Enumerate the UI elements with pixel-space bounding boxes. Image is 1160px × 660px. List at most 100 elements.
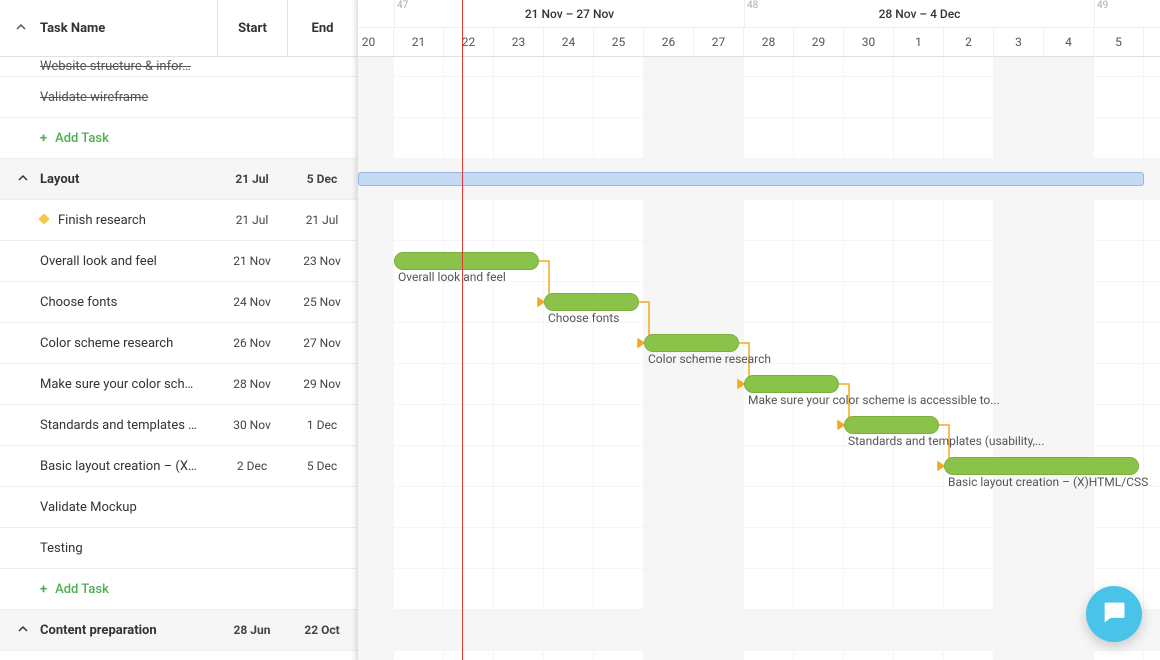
task-row[interactable]: Color scheme research26 Nov27 Nov bbox=[0, 323, 357, 364]
grid-row bbox=[358, 57, 1160, 77]
day-header: 24 bbox=[544, 28, 594, 56]
timeline-day-row: 202122232425262728293012345 bbox=[358, 28, 1160, 56]
week-label: 21 Nov – 27 Nov bbox=[394, 0, 744, 28]
task-end: 27 Nov bbox=[287, 336, 357, 350]
grid-row bbox=[358, 77, 1160, 118]
column-header-task[interactable]: Task Name bbox=[0, 0, 217, 56]
add-task-row[interactable]: +Add Task bbox=[0, 569, 357, 610]
task-start: 28 Jun bbox=[217, 623, 287, 637]
task-end: 29 Nov bbox=[287, 377, 357, 391]
gantt-bar[interactable] bbox=[744, 375, 839, 393]
task-row[interactable]: Validate wireframe bbox=[0, 77, 357, 118]
gantt-bar[interactable] bbox=[944, 457, 1139, 475]
timeline-header: 21 Nov – 27 Nov4728 Nov – 4 Dec4849 2021… bbox=[358, 0, 1160, 57]
group-summary-bar[interactable] bbox=[358, 172, 1144, 186]
grid-row bbox=[358, 118, 1160, 159]
day-header: 28 bbox=[744, 28, 794, 56]
gantt-bar-label: Standards and templates (usability,... bbox=[848, 434, 1045, 448]
grid-row bbox=[358, 569, 1160, 610]
day-header: 4 bbox=[1044, 28, 1094, 56]
task-row[interactable]: Overall look and feel21 Nov23 Nov bbox=[0, 241, 357, 282]
task-name: Standards and templates … bbox=[0, 418, 217, 433]
gantt-bar[interactable] bbox=[644, 334, 739, 352]
day-header: 23 bbox=[494, 28, 544, 56]
task-end: 5 Dec bbox=[287, 459, 357, 473]
task-end: 1 Dec bbox=[287, 418, 357, 432]
day-header: 27 bbox=[694, 28, 744, 56]
week-number: 48 bbox=[744, 0, 758, 11]
grid-row bbox=[358, 528, 1160, 569]
task-end: 5 Dec bbox=[287, 172, 357, 186]
task-row[interactable]: Testing bbox=[0, 528, 357, 569]
timeline-week-row: 21 Nov – 27 Nov47 28 Nov – 4 Dec48 49 bbox=[358, 0, 1160, 28]
task-row[interactable]: Validate Mockup bbox=[0, 487, 357, 528]
task-name: Validate Mockup bbox=[0, 500, 217, 515]
task-row[interactable]: Website structure & infor… bbox=[0, 57, 357, 77]
column-header-task-label: Task Name bbox=[40, 21, 105, 36]
task-start: 30 Nov bbox=[217, 418, 287, 432]
gantt-bar-label: Color scheme research bbox=[648, 352, 771, 366]
gantt-bar-label: Overall look and feel bbox=[398, 270, 506, 284]
task-start: 2 Dec bbox=[217, 459, 287, 473]
grid-row bbox=[358, 610, 1160, 651]
day-header: 21 bbox=[394, 28, 444, 56]
task-name: Basic layout creation – (X… bbox=[0, 459, 217, 474]
timeline-body[interactable]: Overall look and feel Choose fonts Color s… bbox=[358, 57, 1160, 660]
grid-row bbox=[358, 487, 1160, 528]
task-list-panel: Task Name Start End Website structure & … bbox=[0, 0, 358, 660]
gantt-panel[interactable]: 21 Nov – 27 Nov4728 Nov – 4 Dec4849 2021… bbox=[358, 0, 1160, 660]
gantt-bar-label: Basic layout creation – (X)HTML/CSS bbox=[948, 475, 1148, 489]
gantt-bar-label: Choose fonts bbox=[548, 311, 619, 325]
week-number: 49 bbox=[1094, 0, 1108, 11]
gantt-bar[interactable] bbox=[394, 252, 539, 270]
task-end: 21 Jul bbox=[287, 213, 357, 227]
task-name: +Add Task bbox=[0, 131, 217, 146]
day-header: 2 bbox=[944, 28, 994, 56]
collapse-icon[interactable] bbox=[18, 623, 28, 638]
task-group-row[interactable]: Content preparation28 Jun22 Oct bbox=[0, 610, 357, 651]
task-end: 23 Nov bbox=[287, 254, 357, 268]
task-name: Validate wireframe bbox=[0, 90, 217, 105]
day-header: 30 bbox=[844, 28, 894, 56]
sort-asc-icon bbox=[16, 21, 26, 36]
week-number: 47 bbox=[394, 0, 408, 11]
day-header: 22 bbox=[444, 28, 494, 56]
task-end: 22 Oct bbox=[287, 623, 357, 637]
task-name: Color scheme research bbox=[0, 336, 217, 351]
collapse-icon[interactable] bbox=[18, 172, 28, 187]
task-name: Choose fonts bbox=[0, 295, 217, 310]
task-name: Finish research bbox=[0, 213, 217, 228]
task-name: Overall look and feel bbox=[0, 254, 217, 269]
task-name: Testing bbox=[0, 541, 217, 556]
gantt-bar[interactable] bbox=[844, 416, 939, 434]
chat-icon bbox=[1100, 598, 1128, 630]
task-row[interactable]: Choose fonts24 Nov25 Nov bbox=[0, 282, 357, 323]
task-name: Layout bbox=[0, 172, 217, 187]
task-row[interactable]: Basic layout creation – (X…2 Dec5 Dec bbox=[0, 446, 357, 487]
day-header: 20 bbox=[358, 28, 394, 56]
task-start: 21 Jul bbox=[217, 213, 287, 227]
gantt-bar[interactable] bbox=[544, 293, 639, 311]
week-label: 28 Nov – 4 Dec bbox=[744, 0, 1094, 28]
task-start: 24 Nov bbox=[217, 295, 287, 309]
day-header: 1 bbox=[894, 28, 944, 56]
day-header: 25 bbox=[594, 28, 644, 56]
task-name: Content preparation bbox=[0, 623, 217, 638]
task-start: 26 Nov bbox=[217, 336, 287, 350]
week-label bbox=[358, 0, 394, 28]
day-header: 5 bbox=[1094, 28, 1144, 56]
task-rows: Website structure & infor… Validate wiref… bbox=[0, 57, 357, 660]
task-row[interactable]: Make sure your color sch…28 Nov29 Nov bbox=[0, 364, 357, 405]
plus-icon: + bbox=[40, 131, 47, 146]
day-header: 3 bbox=[994, 28, 1044, 56]
task-start: 28 Nov bbox=[217, 377, 287, 391]
task-group-row[interactable]: Layout21 Jul5 Dec bbox=[0, 159, 357, 200]
grid-row bbox=[358, 200, 1160, 241]
chat-button[interactable] bbox=[1086, 586, 1142, 642]
column-header-start[interactable]: Start bbox=[217, 0, 287, 56]
task-start: 21 Nov bbox=[217, 254, 287, 268]
task-row[interactable]: Finish research21 Jul21 Jul bbox=[0, 200, 357, 241]
column-header-end[interactable]: End bbox=[287, 0, 357, 56]
add-task-row[interactable]: +Add Task bbox=[0, 118, 357, 159]
task-row[interactable]: Standards and templates …30 Nov1 Dec bbox=[0, 405, 357, 446]
